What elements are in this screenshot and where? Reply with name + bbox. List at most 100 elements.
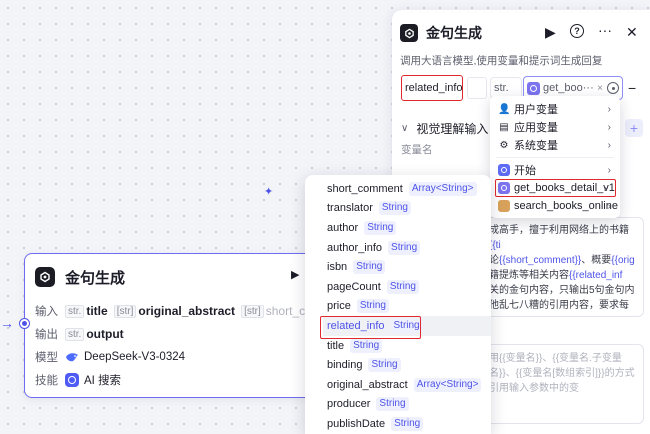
node-inputs-row: 输入 str. title [str] original_abstract [str… xyxy=(35,302,318,320)
system-prompt-editor[interactable]: 成高手，擅于利用网络上的书籍{{ti 论{{short_comment}}、概要{… xyxy=(478,217,644,317)
prompt-variable: {{orig xyxy=(611,255,635,266)
field-type-badge: String xyxy=(390,318,423,333)
chevron-down-icon[interactable]: ∨ xyxy=(401,123,408,134)
panel-header: 金句生成 xyxy=(400,22,482,44)
user-icon: 👤 xyxy=(498,103,511,115)
field-type-badge: String xyxy=(364,220,397,235)
field-name: binding xyxy=(327,359,363,372)
field-item[interactable]: pageCount String xyxy=(305,277,491,297)
field-type-badge: Array<String> xyxy=(413,377,482,392)
close-icon[interactable]: ✕ xyxy=(626,24,638,40)
play-icon[interactable]: ▶ xyxy=(291,268,299,281)
vision-input-section[interactable]: ∨ 视觉理解输入 i xyxy=(401,120,504,137)
start-icon xyxy=(498,164,510,176)
inputs-label: 输入 xyxy=(35,306,58,318)
menu-item-label: 用户变量 xyxy=(514,104,558,116)
variable-picker-icon[interactable] xyxy=(607,82,619,94)
play-icon[interactable]: ▶ xyxy=(545,24,556,40)
field-item[interactable]: author String xyxy=(305,218,491,238)
gear-icon: ⚙ xyxy=(499,139,509,151)
menu-item-gear[interactable]: ⚙ 系统变量 › xyxy=(490,136,620,154)
field-name: producer xyxy=(327,398,371,411)
chevron-right-icon: › xyxy=(607,164,611,176)
field-item[interactable]: isbn String xyxy=(305,257,491,277)
more-icon[interactable]: ··· xyxy=(598,22,612,38)
field-name: author xyxy=(327,221,359,234)
field-name: isbn xyxy=(327,261,348,274)
input-tag: str. title xyxy=(65,304,108,318)
menu-item-get-books-detail[interactable]: get_books_detail_v1 › xyxy=(495,179,616,197)
skills-label: 技能 xyxy=(35,375,58,387)
prompt-line: 成高手，擅于利用网络上的书籍{{ti xyxy=(489,223,637,253)
field-name: related_info xyxy=(327,319,385,332)
menu-item-label: get_books_detail_v1 xyxy=(514,182,615,194)
variable-source-menu: 👤 用户变量 › ▤ 应用变量 › ⚙ 系统变量 › 开始 › get_books_detail_v1… xyxy=(490,96,620,218)
prompt-text: 、概要 xyxy=(581,255,612,266)
panel-description: 调用大语言模型,使用变量和提示词生成回复 xyxy=(400,55,603,67)
field-type-badge: String xyxy=(350,338,383,353)
field-name: short_comment xyxy=(327,182,403,195)
user-prompt-editor[interactable]: 用{{变量名}}、{{变量名.子变量名}}、{{变量名[数组索引]}}的方式引用… xyxy=(478,344,644,424)
menu-item-user[interactable]: 👤 用户变量 › xyxy=(490,100,620,118)
llm-node-card[interactable]: 金句生成 ▶ 输入 str. title [str] original_abstra… xyxy=(24,253,324,398)
menu-item-label: search_books_online xyxy=(514,200,618,212)
field-name: price xyxy=(327,300,351,313)
prompt-line: 籍提炼等相关内容{{related_inf xyxy=(489,268,637,283)
field-type-badge: Array<String> xyxy=(408,181,477,196)
field-type-badge: String xyxy=(378,201,411,216)
help-icon[interactable]: ? xyxy=(570,24,584,38)
ai-search-icon xyxy=(65,373,79,387)
menu-item-app[interactable]: ▤ 应用变量 › xyxy=(490,118,620,136)
field-item[interactable]: producer String xyxy=(305,395,491,415)
get-books-detail-icon xyxy=(498,182,510,194)
node-input-port[interactable] xyxy=(20,319,29,328)
field-type-badge: String xyxy=(368,358,401,373)
vision-section-title: 视觉理解输入 xyxy=(416,122,489,136)
field-item[interactable]: binding String xyxy=(305,355,491,375)
param-name-input[interactable]: related_info xyxy=(401,75,463,101)
skill-name: AI 搜索 xyxy=(84,375,122,387)
menu-item-label: 开始 xyxy=(514,165,536,177)
panel-title: 金句生成 xyxy=(426,25,482,41)
field-item[interactable]: translator String xyxy=(305,199,491,219)
var-name-column-label: 变量名 xyxy=(401,144,433,156)
field-item[interactable]: title String xyxy=(305,336,491,356)
menu-divider xyxy=(496,157,614,158)
menu-item-label: 系统变量 xyxy=(514,140,558,152)
edge-arrow-icon: → xyxy=(0,315,14,331)
field-list-popover: short_comment Array<String> translator Stri… xyxy=(305,175,491,434)
node-model-row: 模型 DeepSeek-V3-0324 xyxy=(35,348,185,366)
llm-logo-icon xyxy=(400,24,418,42)
sparkle-icon[interactable]: ✦ xyxy=(264,185,274,198)
field-item[interactable]: author_info String xyxy=(305,238,491,258)
prompt-line: 他乱七八糟的引用内容，要求每一 xyxy=(489,298,637,316)
field-item[interactable]: original_abstract Array<String> xyxy=(305,375,491,395)
prompt-text: 籍提炼等相关内容 xyxy=(489,270,569,281)
node-outputs-row: 输出 str. output xyxy=(35,325,130,343)
prompt-line: 论{{short_comment}}、概要{{orig xyxy=(489,253,637,268)
field-item[interactable]: price String xyxy=(305,297,491,317)
field-type-badge: String xyxy=(388,240,421,255)
menu-item-start[interactable]: 开始 › xyxy=(490,161,620,179)
chevron-right-icon: › xyxy=(607,200,611,212)
model-label: 模型 xyxy=(35,352,58,364)
menu-item-search-books[interactable]: search_books_online › xyxy=(490,197,620,215)
field-item[interactable]: short_comment Array<String> xyxy=(305,179,491,199)
clear-icon[interactable]: × xyxy=(597,83,603,94)
field-item[interactable]: publishDate String xyxy=(305,414,491,434)
deepseek-whale-icon xyxy=(66,353,78,362)
llm-logo-icon xyxy=(35,267,55,287)
chevron-right-icon: › xyxy=(607,139,611,151)
add-vision-input-button[interactable]: + xyxy=(625,119,643,137)
get-books-detail-icon xyxy=(527,81,540,95)
remove-param-icon[interactable]: − xyxy=(628,80,636,96)
field-item[interactable]: related_info String xyxy=(323,316,491,336)
param-reference-value: get_boo··· xyxy=(543,82,594,94)
prompt-line: 关的金句内容，只输出5句金句内 xyxy=(489,283,637,298)
field-type-badge: String xyxy=(391,416,424,431)
menu-item-label: 应用变量 xyxy=(514,122,558,134)
prompt-variable: {{short_comment}} xyxy=(499,255,582,266)
input-tag: [str] original_abstract xyxy=(113,304,235,318)
field-name: original_abstract xyxy=(327,378,408,391)
chevron-right-icon: › xyxy=(603,182,607,194)
